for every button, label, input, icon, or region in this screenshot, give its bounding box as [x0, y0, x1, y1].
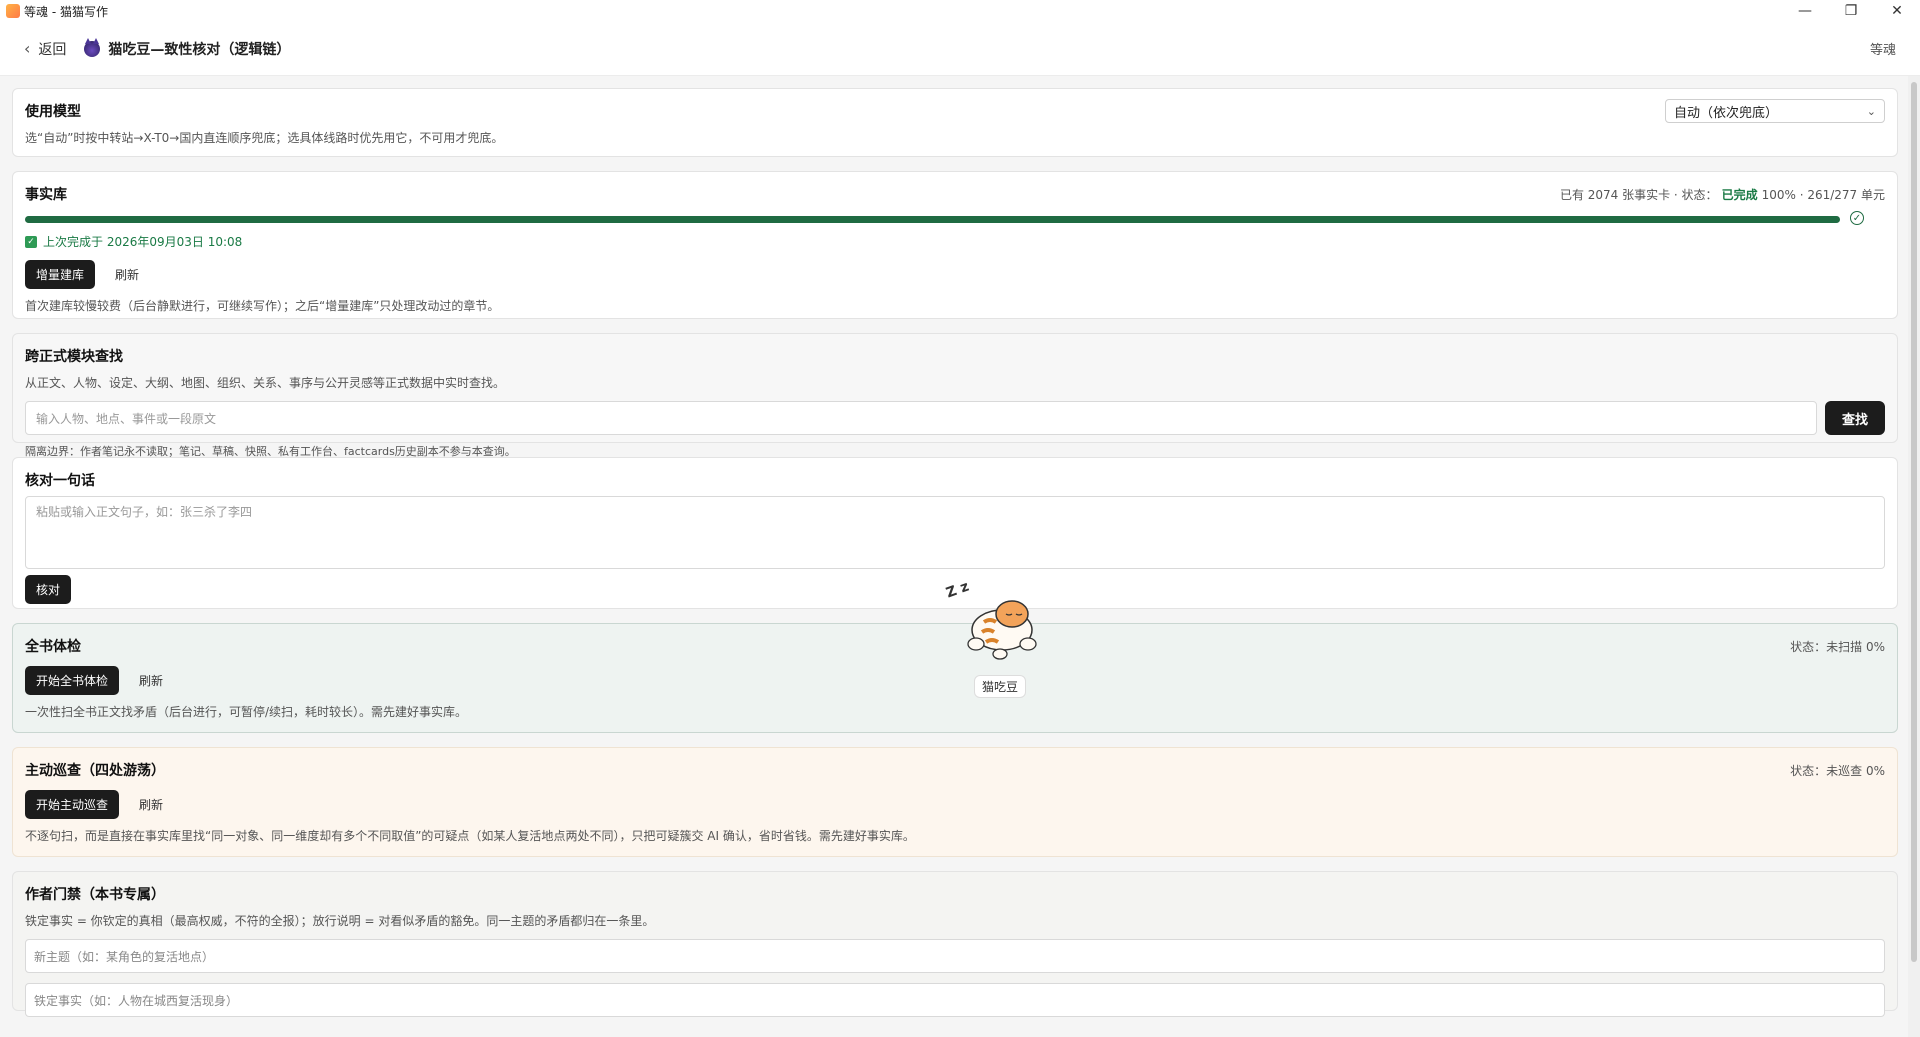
close-button[interactable]: ✕ [1874, 0, 1920, 22]
model-card: 使用模型 选“自动”时按中转站→X-T0→国内直连顺序兜底；选具体线路时优先用它… [12, 88, 1898, 157]
main-content: 使用模型 选“自动”时按中转站→X-T0→国内直连顺序兜底；选具体线路时优先用它… [0, 76, 1908, 1037]
check-textarea[interactable]: 粘贴或输入正文句子，如：张三杀了李四 [25, 496, 1885, 569]
top-navbar: ‹ 返回 猫吃豆—致性核对（逻辑链） 等魂 [0, 22, 1920, 76]
model-title: 使用模型 [25, 104, 81, 120]
fact-status: 已有 2074 张事实卡 · 状态： 已完成 100% · 261/277 单元 [1560, 186, 1885, 203]
check-circle-icon: ✓ [1850, 211, 1864, 225]
fact-status-done: 已完成 [1721, 188, 1758, 202]
cross-search-card: 跨正式模块查找 从正文、人物、设定、大纲、地图、组织、关系、事序与公开灵感等正式… [12, 333, 1898, 458]
chevron-down-icon: ⌄ [1866, 104, 1876, 118]
patrol-button-row: 开始主动巡查 刷新 [25, 790, 1885, 819]
nav-right-label[interactable]: 等魂 [1870, 39, 1896, 58]
model-desc: 选“自动”时按中转站→X-T0→国内直连顺序兜底；选具体线路时优先用它，不可用才… [25, 131, 504, 145]
mascot-label: 猫吃豆 [974, 675, 1027, 698]
window-titlebar: 等魂 - 猫猫写作 — ❐ ✕ [0, 0, 1920, 22]
incremental-build-button[interactable]: 增量建库 [25, 260, 96, 289]
last-done-text: 上次完成于 2026年09月03日 10:08 [43, 235, 243, 249]
gate-title: 作者门禁（本书专属） [25, 887, 165, 903]
chevron-left-icon: ‹ [24, 39, 31, 58]
page-title: 猫吃豆—致性核对（逻辑链） [84, 37, 291, 59]
sleeping-cat-icon [967, 600, 1037, 660]
window-title-area: 等魂 - 猫猫写作 [6, 3, 108, 20]
app-icon [6, 4, 20, 18]
fact-progress-bar: ✓ [25, 211, 1864, 225]
whole-desc: 一次性扫全书正文找矛盾（后台进行，可暂停/续扫，耗时较长）。需先建好事实库。 [25, 705, 468, 719]
window-title: 等魂 - 猫猫写作 [24, 4, 108, 19]
fact-status-prefix: 已有 2074 张事实卡 · 状态： [1559, 188, 1718, 202]
start-whole-check-button[interactable]: 开始全书体检 [25, 666, 120, 695]
scroll-thumb[interactable] [1911, 82, 1917, 962]
whole-state: 状态：未扫描 0% [1790, 640, 1885, 654]
back-button[interactable]: ‹ 返回 [24, 39, 66, 59]
fact-button-row: 增量建库 刷新 [25, 260, 1885, 289]
gate-desc: 铁定事实 = 你钦定的真相（最高权威，不符的全报）；放行说明 = 对看似矛盾的豁… [25, 914, 655, 928]
maximize-button[interactable]: ❐ [1828, 0, 1874, 22]
fact-library-card: 事实库 已有 2074 张事实卡 · 状态： 已完成 100% · 261/27… [12, 171, 1898, 319]
whole-refresh-button[interactable]: 刷新 [129, 666, 173, 695]
search-desc: 从正文、人物、设定、大纲、地图、组织、关系、事序与公开灵感等正式数据中实时查找。 [25, 376, 506, 390]
patrol-state: 状态：未巡查 0% [1790, 764, 1885, 778]
search-row: 输入人物、地点、事件或一段原文 查找 [25, 401, 1885, 435]
cat-icon [84, 37, 101, 57]
back-label: 返回 [38, 41, 67, 58]
check-title: 核对一句话 [25, 473, 95, 489]
search-button[interactable]: 查找 [1825, 401, 1885, 435]
last-done-line: ✓ 上次完成于 2026年09月03日 10:08 [25, 233, 1885, 250]
fact-refresh-button[interactable]: 刷新 [105, 260, 149, 289]
fact-progress-fill [25, 216, 1840, 223]
patrol-title: 主动巡查（四处游荡） [25, 763, 165, 779]
search-title: 跨正式模块查找 [25, 349, 123, 365]
patrol-card: 主动巡查（四处游荡） 状态：未巡查 0% 开始主动巡查 刷新 不逐句扫，而是直接… [12, 747, 1898, 857]
window-controls: — ❐ ✕ [1782, 0, 1920, 22]
patrol-desc: 不逐句扫，而是直接在事实库里找“同一对象、同一维度却有多个不同取值”的可疑点（如… [25, 829, 915, 843]
search-input[interactable]: 输入人物、地点、事件或一段原文 [25, 401, 1817, 435]
patrol-refresh-button[interactable]: 刷新 [129, 790, 173, 819]
minimize-button[interactable]: — [1782, 0, 1828, 22]
author-gate-card: 作者门禁（本书专属） 铁定事实 = 你钦定的真相（最高权威，不符的全报）；放行说… [12, 871, 1898, 1017]
start-patrol-button[interactable]: 开始主动巡查 [25, 790, 120, 819]
fact-status-suffix: 100% · 261/277 单元 [1761, 188, 1885, 202]
checkbox-icon: ✓ [25, 235, 37, 248]
nav-left: ‹ 返回 猫吃豆—致性核对（逻辑链） [24, 37, 291, 59]
check-button[interactable]: 核对 [25, 575, 72, 604]
vertical-scrollbar[interactable] [1908, 76, 1920, 1037]
gate-fact-input[interactable]: 铁定事实（如：人物在城西复活现身） [25, 983, 1885, 1017]
model-select-value: 自动（依次兜底） [1674, 105, 1779, 121]
model-select[interactable]: 自动（依次兜底） ⌄ [1665, 99, 1885, 123]
page-title-text: 猫吃豆—致性核对（逻辑链） [108, 41, 291, 58]
gate-topic-input[interactable]: 新主题（如：某角色的复活地点） [25, 939, 1885, 973]
fact-desc: 首次建库较慢较费（后台静默进行，可继续写作）；之后“增量建库”只处理改动过的章节… [25, 299, 500, 313]
